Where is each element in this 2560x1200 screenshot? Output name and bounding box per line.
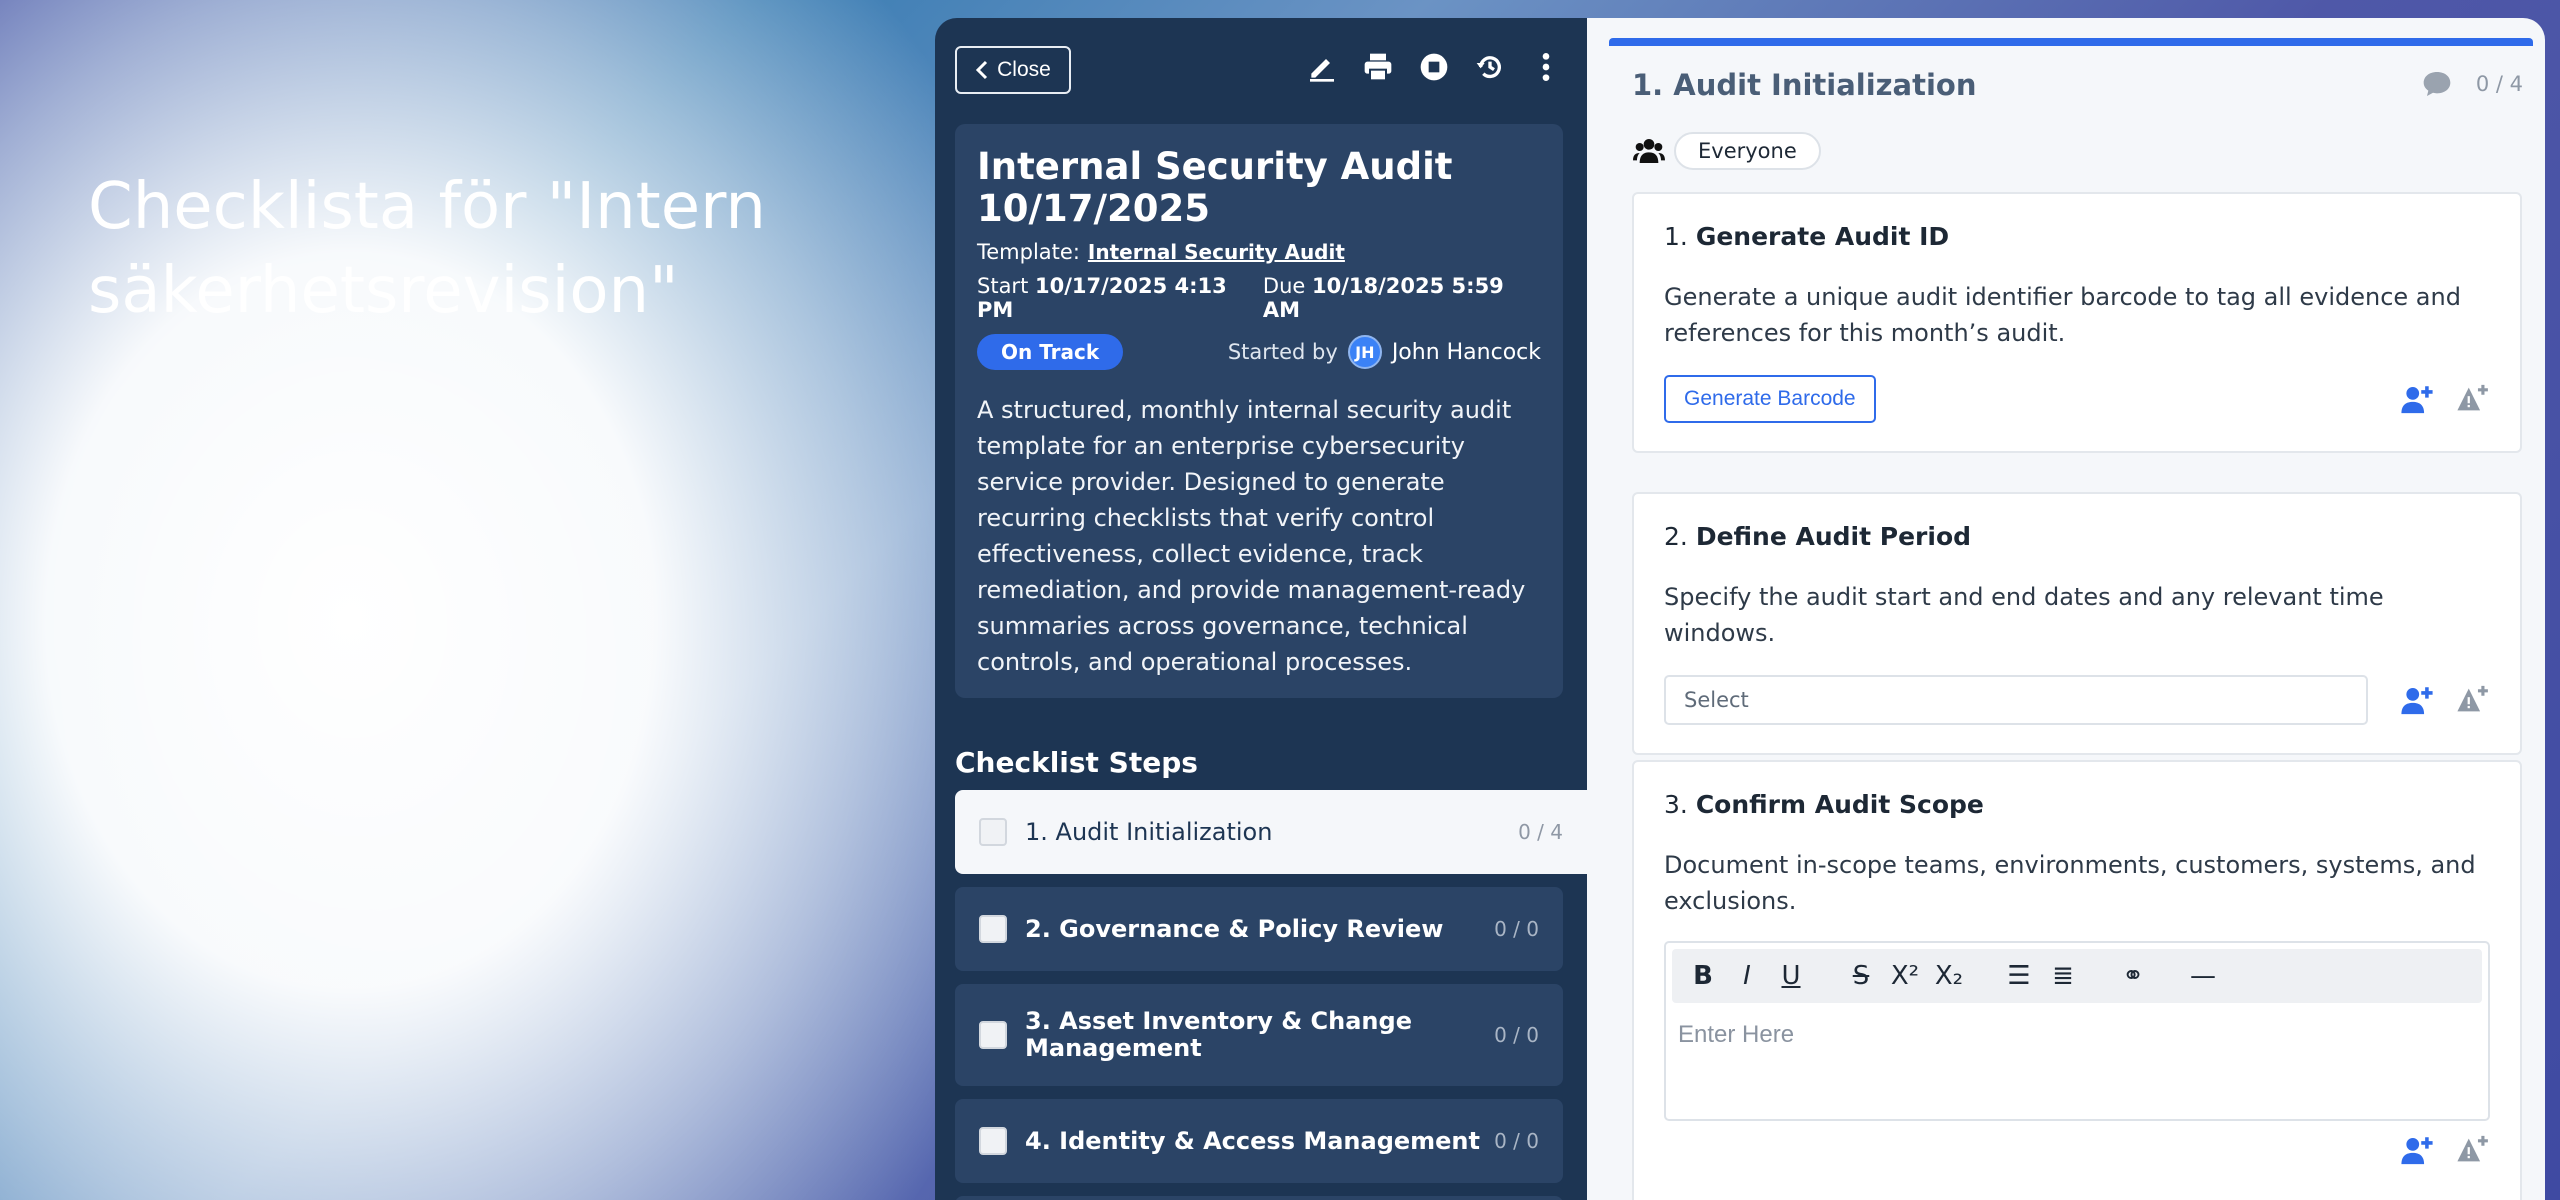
section-meta: 0 / 4 [2420,68,2523,100]
users-icon [1633,139,1665,163]
strikethrough-icon[interactable]: S [1846,961,1876,991]
section-count: 0 / 4 [2475,72,2523,96]
bold-icon[interactable]: B [1688,961,1718,991]
template-row: Template: Internal Security Audit [977,240,1541,264]
underline-icon[interactable]: U [1776,961,1806,991]
step-detail-panel: 1. Audit Initialization 0 / 4 Everyone 1… [1587,18,2545,1200]
link-icon[interactable]: ⚭ [2118,961,2148,991]
step-count: 0 / 4 [1518,820,1563,844]
chevron-left-icon [976,60,988,80]
step-item[interactable]: 4. Identity & Access Management 0 / 0 [955,1099,1563,1183]
checklist-window: Close Internal Security Audit 10/17/2025… [935,18,2545,1200]
checklist-sidebar: Close Internal Security Audit 10/17/2025… [935,18,1587,1200]
task-card: 2. Define Audit Period Specify the audit… [1632,492,2522,755]
due-label: Due [1262,274,1306,298]
assign-user-icon[interactable] [2400,1133,2434,1167]
generate-barcode-button[interactable]: Generate Barcode [1664,375,1876,423]
history-icon[interactable] [1473,50,1507,84]
horizontal-rule-icon[interactable]: — [2188,961,2218,991]
task-description: Generate a unique audit identifier barco… [1664,283,2461,347]
task-description: Document in-scope teams, environments, c… [1664,851,2476,915]
add-alert-icon[interactable] [2456,382,2490,416]
step-checkbox[interactable] [979,915,1007,943]
numbered-list-icon[interactable]: ≣ [2048,961,2078,991]
task-title: 2. Define Audit Period [1664,522,2490,551]
task-title: 1. Generate Audit ID [1664,222,2490,251]
step-label: 4. Identity & Access Management [1025,1126,1480,1155]
step-item[interactable]: 3. Asset Inventory & Change Management 0… [955,984,1563,1086]
status-badge[interactable]: On Track [977,334,1124,370]
step-checkbox[interactable] [979,1021,1007,1049]
task-number: 2. [1664,522,1688,551]
step-count: 0 / 0 [1494,1129,1539,1153]
template-link[interactable]: Internal Security Audit [1088,240,1345,264]
audit-title: Internal Security Audit 10/17/2025 [977,145,1453,230]
assignee-row: Everyone [1632,132,1821,170]
more-vertical-icon[interactable] [1529,50,1563,84]
assign-user-icon[interactable] [2400,683,2434,717]
subscript-icon[interactable]: X₂ [1934,961,1964,991]
task-card: 3. Confirm Audit Scope Document in-scope… [1632,760,2522,1200]
task-name: Generate Audit ID [1695,222,1950,251]
task-number: 3. [1664,790,1688,819]
avatar: JH [1347,335,1382,369]
step-item[interactable]: 2. Governance & Policy Review 0 / 0 [955,887,1563,971]
step-item[interactable]: 1. Audit Initialization 0 / 4 [955,790,1587,874]
print-icon[interactable] [1361,50,1395,84]
stop-icon[interactable] [1417,50,1451,84]
status-row: On Track Started by JH John Hancock [977,334,1541,370]
top-toolbar: Close [935,18,1587,118]
superscript-icon[interactable]: X² [1890,961,1920,991]
started-by-label: Started by [1227,340,1338,364]
step-label: 3. Asset Inventory & Change Management [1025,1007,1412,1062]
task-actions [1664,1133,2490,1167]
step-checkbox[interactable] [979,1127,1007,1155]
progress-bar [1609,38,2533,46]
pencil-icon[interactable] [1305,50,1339,84]
step-label: 1. Audit Initialization [1025,817,1273,846]
task-card: 1. Generate Audit ID Generate a unique a… [1632,192,2522,453]
task-title: 3. Confirm Audit Scope [1664,790,2490,819]
step-count: 0 / 0 [1494,917,1539,941]
italic-icon[interactable]: I [1732,961,1762,991]
steps-heading: Checklist Steps [955,746,1198,779]
task-number: 1. [1664,222,1688,251]
add-alert-icon[interactable] [2456,1133,2490,1167]
due-date: Due 10/18/2025 5:59 AM [1263,274,1541,322]
assignee-pill[interactable]: Everyone [1674,132,1821,170]
editor-input[interactable]: Enter Here [1666,1009,2488,1061]
editor-toolbar: B I U S X² X₂ ☰ ≣ ⚭ — [1672,949,2482,1003]
audit-info-card: Internal Security Audit 10/17/2025 Templ… [955,124,1563,698]
started-by: Started by JH John Hancock [1228,335,1541,369]
task-actions: Select [1664,675,2490,725]
close-button[interactable]: Close [955,46,1071,94]
rich-text-editor[interactable]: B I U S X² X₂ ☰ ≣ ⚭ — Enter Here [1664,941,2490,1121]
user-name: John Hancock [1391,339,1541,365]
section-title: 1. Audit Initialization [1632,68,1977,102]
step-item[interactable] [955,1196,1563,1200]
task-description: Specify the audit start and end dates an… [1664,583,2384,647]
task-actions: Generate Barcode [1664,375,2490,423]
step-count: 0 / 0 [1494,1023,1539,1047]
dates-row: Start 10/17/2025 4:13 PM Due 10/18/2025 … [977,274,1541,322]
comment-icon[interactable] [2420,68,2454,100]
start-date: Start 10/17/2025 4:13 PM [977,274,1263,322]
period-select[interactable]: Select [1664,675,2368,725]
template-label: Template: [977,240,1080,264]
step-checkbox[interactable] [979,818,1007,846]
task-name: Confirm Audit Scope [1695,790,1984,819]
assign-user-icon[interactable] [2400,382,2434,416]
audit-description: A structured, monthly internal security … [977,396,1526,676]
start-label: Start [977,274,1029,298]
close-label: Close [997,58,1051,81]
step-label: 2. Governance & Policy Review [1025,914,1444,943]
hero-title: Checklista för "Intern säkerhetsrevision… [88,170,766,328]
task-name: Define Audit Period [1695,522,1972,551]
add-alert-icon[interactable] [2456,683,2490,717]
bullet-list-icon[interactable]: ☰ [2004,961,2034,991]
